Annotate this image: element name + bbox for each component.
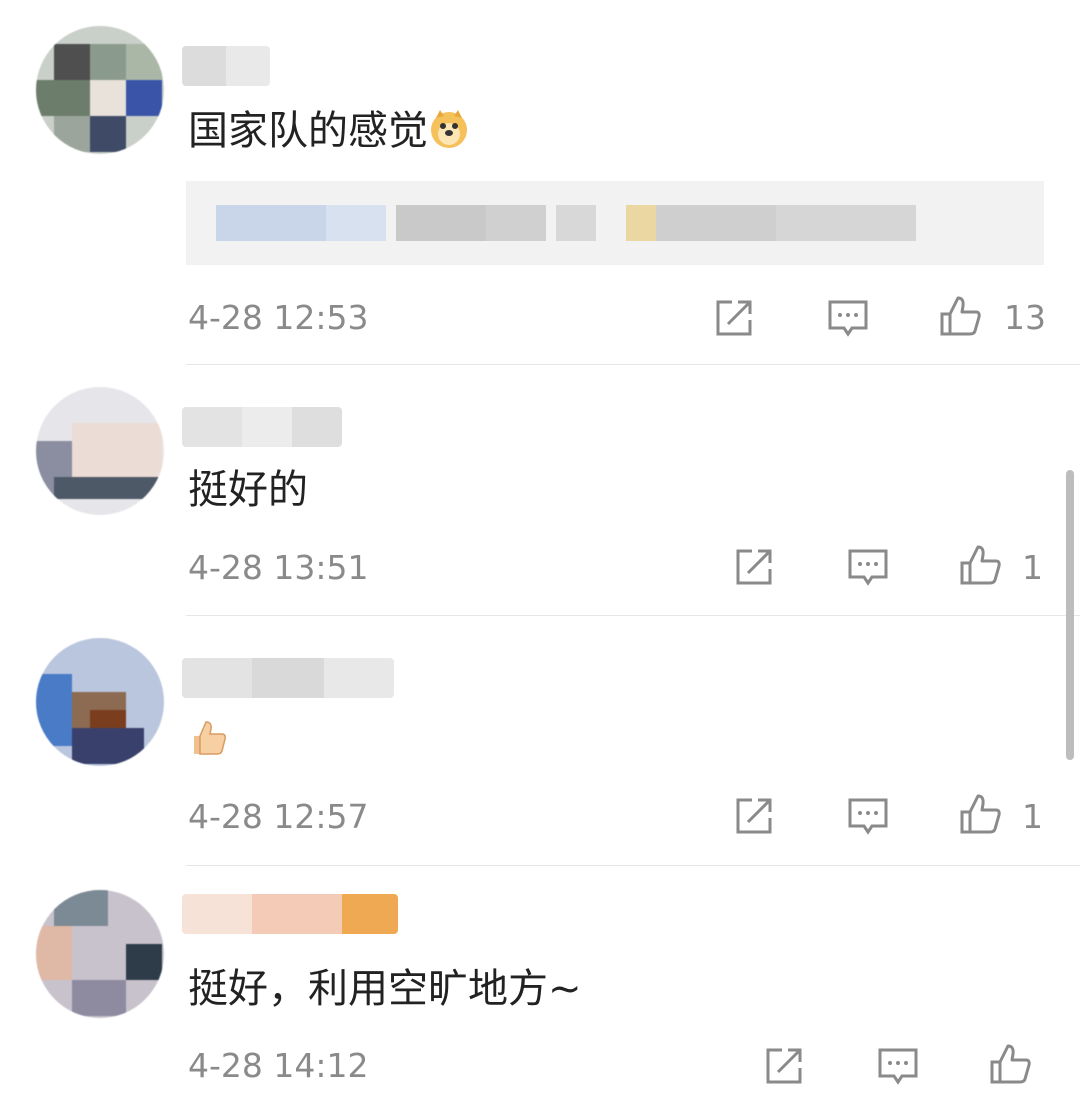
comment-time: 4-28 13:51	[188, 548, 369, 587]
share-icon[interactable]	[732, 794, 776, 838]
comment-icon[interactable]	[846, 794, 890, 838]
share-icon[interactable]	[732, 545, 776, 589]
like-icon[interactable]	[938, 294, 982, 338]
like-count: 1	[1022, 797, 1043, 836]
comment-time: 4-28 14:12	[188, 1046, 369, 1085]
comment-item[interactable]: 4-28 12:57 1	[0, 616, 1080, 866]
comment-time: 4-28 12:53	[188, 298, 369, 337]
doge-emoji	[428, 108, 470, 162]
comment-item[interactable]: 国家队的感觉 4-28 12:53 13	[0, 0, 1080, 365]
thumbs-up-emoji	[188, 718, 228, 770]
comment-text: 国家队的感觉	[188, 106, 470, 162]
share-icon[interactable]	[762, 1044, 806, 1088]
scrollbar[interactable]	[1066, 470, 1074, 760]
comment-icon[interactable]	[846, 545, 890, 589]
avatar[interactable]	[36, 26, 164, 154]
avatar[interactable]	[36, 890, 164, 1018]
comment-item[interactable]: 挺好，利用空旷地方~ 4-28 14:12	[0, 866, 1080, 1093]
like-count: 13	[1004, 298, 1046, 337]
comment-text	[188, 714, 228, 770]
username[interactable]	[182, 894, 398, 934]
like-icon[interactable]	[958, 543, 1002, 587]
comment-text: 挺好，利用空旷地方~	[188, 966, 582, 1012]
share-icon[interactable]	[712, 296, 756, 340]
comment-item[interactable]: 挺好的 4-28 13:51 1	[0, 365, 1080, 616]
username[interactable]	[182, 658, 394, 698]
quoted-content[interactable]	[186, 181, 1044, 265]
comment-icon[interactable]	[826, 296, 870, 340]
like-icon[interactable]	[988, 1042, 1032, 1086]
avatar[interactable]	[36, 387, 164, 515]
comment-icon[interactable]	[876, 1044, 920, 1088]
like-icon[interactable]	[958, 792, 1002, 836]
avatar[interactable]	[36, 638, 164, 766]
comment-time: 4-28 12:57	[188, 797, 369, 836]
username[interactable]	[182, 46, 270, 86]
username[interactable]	[182, 407, 342, 447]
like-count: 1	[1022, 548, 1043, 587]
comment-text: 挺好的	[188, 467, 308, 513]
